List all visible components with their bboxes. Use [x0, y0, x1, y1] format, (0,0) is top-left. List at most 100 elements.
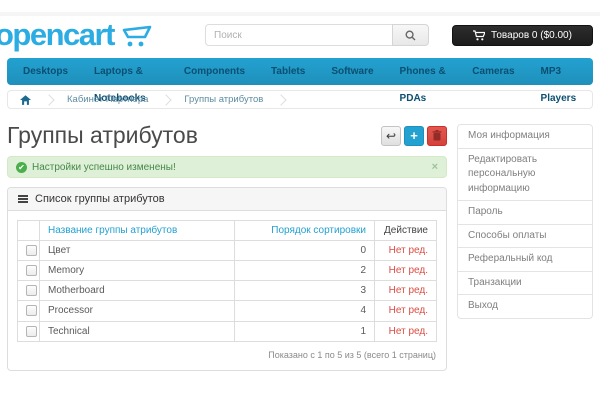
account-sidebar: Моя информация Редактировать персональну…: [457, 124, 593, 371]
home-icon[interactable]: [20, 95, 31, 105]
logo-cart-icon: [121, 24, 155, 50]
sort-order-cell: 1: [235, 321, 375, 341]
sidebar-item-my-info[interactable]: Моя информация: [457, 124, 593, 149]
search-input[interactable]: [205, 24, 392, 46]
search-icon: [405, 30, 416, 41]
checkbox-cell: [18, 301, 40, 321]
row-checkbox[interactable]: [26, 326, 37, 337]
delete-button[interactable]: [427, 126, 447, 146]
attribute-groups-panel: Список группы атрибутов Название группы …: [7, 187, 447, 371]
back-icon: ↩: [386, 130, 396, 142]
checkbox-cell: [18, 321, 40, 341]
table-header-row: Название группы атрибутов Порядок сортир…: [18, 221, 437, 241]
sort-by-name-link[interactable]: Название группы атрибутов: [48, 225, 177, 236]
select-all-header: [18, 221, 40, 241]
breadcrumb-item-attribute-groups[interactable]: Группы атрибутов: [184, 94, 263, 105]
panel-heading-text: Список группы атрибутов: [35, 193, 165, 205]
action-cell: Нет ред.: [375, 261, 437, 281]
column-header-sort-order: Порядок сортировки: [235, 221, 375, 241]
nav-item-laptops[interactable]: Laptops & Notebooks: [81, 58, 171, 85]
attribute-groups-table: Название группы атрибутов Порядок сортир…: [17, 220, 437, 342]
breadcrumb-item-affiliate[interactable]: Кабинет Партнера: [67, 94, 148, 105]
main-column: Группы атрибутов ↩ + ✔ Настр: [7, 115, 447, 371]
group-name-cell: Processor: [40, 301, 235, 321]
pagination-status: Показано с 1 по 5 из 5 (всего 1 страниц): [17, 342, 437, 361]
sidebar-item-payment-methods[interactable]: Способы оплаты: [457, 224, 593, 249]
action-cell: Нет ред.: [375, 241, 437, 261]
back-button[interactable]: ↩: [381, 126, 401, 146]
sort-order-cell: 0: [235, 241, 375, 261]
action-header-label: Действие: [384, 225, 428, 236]
table-row: Processor 4 Нет ред.: [18, 301, 437, 321]
group-name-cell: Memory: [40, 261, 235, 281]
group-name-cell: Technical: [40, 321, 235, 341]
nav-item-mp3[interactable]: MP3 Players: [528, 58, 590, 85]
nav-item-software[interactable]: Software: [318, 58, 386, 85]
search-box: [205, 24, 429, 46]
action-cell: Нет ред.: [375, 321, 437, 341]
sort-order-cell: 3: [235, 281, 375, 301]
nav-item-tablets[interactable]: Tablets: [258, 58, 318, 85]
edit-link[interactable]: Нет ред.: [389, 245, 428, 256]
edit-link[interactable]: Нет ред.: [389, 265, 428, 276]
edit-link[interactable]: Нет ред.: [389, 326, 428, 337]
top-bar: [0, 0, 600, 16]
row-checkbox[interactable]: [26, 265, 37, 276]
table-row: Цвет 0 Нет ред.: [18, 241, 437, 261]
edit-link[interactable]: Нет ред.: [389, 285, 428, 296]
cart-button[interactable]: Товаров 0 ($0.00): [452, 25, 593, 46]
breadcrumb-separator: [276, 94, 287, 105]
sidebar-item-transactions[interactable]: Транзакции: [457, 271, 593, 296]
nav-item-desktops[interactable]: Desktops: [10, 58, 81, 85]
table-row: Technical 1 Нет ред.: [18, 321, 437, 341]
checkbox-cell: [18, 281, 40, 301]
opencart-logo[interactable]: opencart: [0, 17, 155, 53]
title-row: Группы атрибутов ↩ +: [7, 122, 447, 149]
success-alert-text: Настройки успешно изменены!: [32, 162, 176, 173]
group-name-cell: Motherboard: [40, 281, 235, 301]
cart-button-label: Товаров 0 ($0.00): [491, 30, 572, 41]
plus-icon: +: [410, 129, 418, 142]
nav-item-cameras[interactable]: Cameras: [459, 58, 527, 85]
logo-text: opencart: [0, 17, 114, 53]
table-row: Motherboard 3 Нет ред.: [18, 281, 437, 301]
sort-order-cell: 4: [235, 301, 375, 321]
panel-heading: Список группы атрибутов: [8, 188, 446, 211]
success-alert: ✔ Настройки успешно изменены! ×: [7, 156, 447, 178]
sidebar-item-logout[interactable]: Выход: [457, 294, 593, 319]
sidebar-item-edit-info[interactable]: Редактировать персональную информацию: [457, 148, 593, 202]
trash-icon: [432, 130, 442, 141]
checkbox-cell: [18, 241, 40, 261]
column-header-action: Действие: [375, 221, 437, 241]
page-title: Группы атрибутов: [7, 122, 198, 149]
list-icon: [18, 195, 28, 197]
account-menu: Моя информация Редактировать персональну…: [457, 124, 593, 319]
check-circle-icon: ✔: [16, 162, 27, 173]
action-cell: Нет ред.: [375, 281, 437, 301]
store-header: opencart Товаров 0 ($0.00): [7, 16, 593, 58]
sort-by-order-link[interactable]: Порядок сортировки: [271, 225, 366, 236]
sidebar-item-password[interactable]: Пароль: [457, 200, 593, 225]
main-navigation: Desktops Laptops & Notebooks Components …: [7, 58, 593, 85]
breadcrumb-separator: [161, 94, 172, 105]
breadcrumb-separator: [43, 94, 54, 105]
row-checkbox[interactable]: [26, 245, 37, 256]
row-checkbox[interactable]: [26, 305, 37, 316]
page-action-buttons: ↩ +: [381, 126, 447, 146]
row-checkbox[interactable]: [26, 285, 37, 296]
group-name-cell: Цвет: [40, 241, 235, 261]
content-area: Группы атрибутов ↩ + ✔ Настр: [7, 115, 593, 371]
checkbox-cell: [18, 261, 40, 281]
edit-link[interactable]: Нет ред.: [389, 305, 428, 316]
add-button[interactable]: +: [404, 126, 424, 146]
table-row: Memory 2 Нет ред.: [18, 261, 437, 281]
alert-close-icon[interactable]: ×: [432, 161, 438, 173]
column-header-name: Название группы атрибутов: [40, 221, 235, 241]
nav-item-phones[interactable]: Phones & PDAs: [387, 58, 460, 85]
search-button[interactable]: [392, 24, 429, 46]
nav-item-components[interactable]: Components: [171, 58, 258, 85]
sidebar-item-referral-code[interactable]: Реферальный код: [457, 247, 593, 272]
action-cell: Нет ред.: [375, 301, 437, 321]
panel-body: Название группы атрибутов Порядок сортир…: [8, 211, 446, 370]
sort-order-cell: 2: [235, 261, 375, 281]
